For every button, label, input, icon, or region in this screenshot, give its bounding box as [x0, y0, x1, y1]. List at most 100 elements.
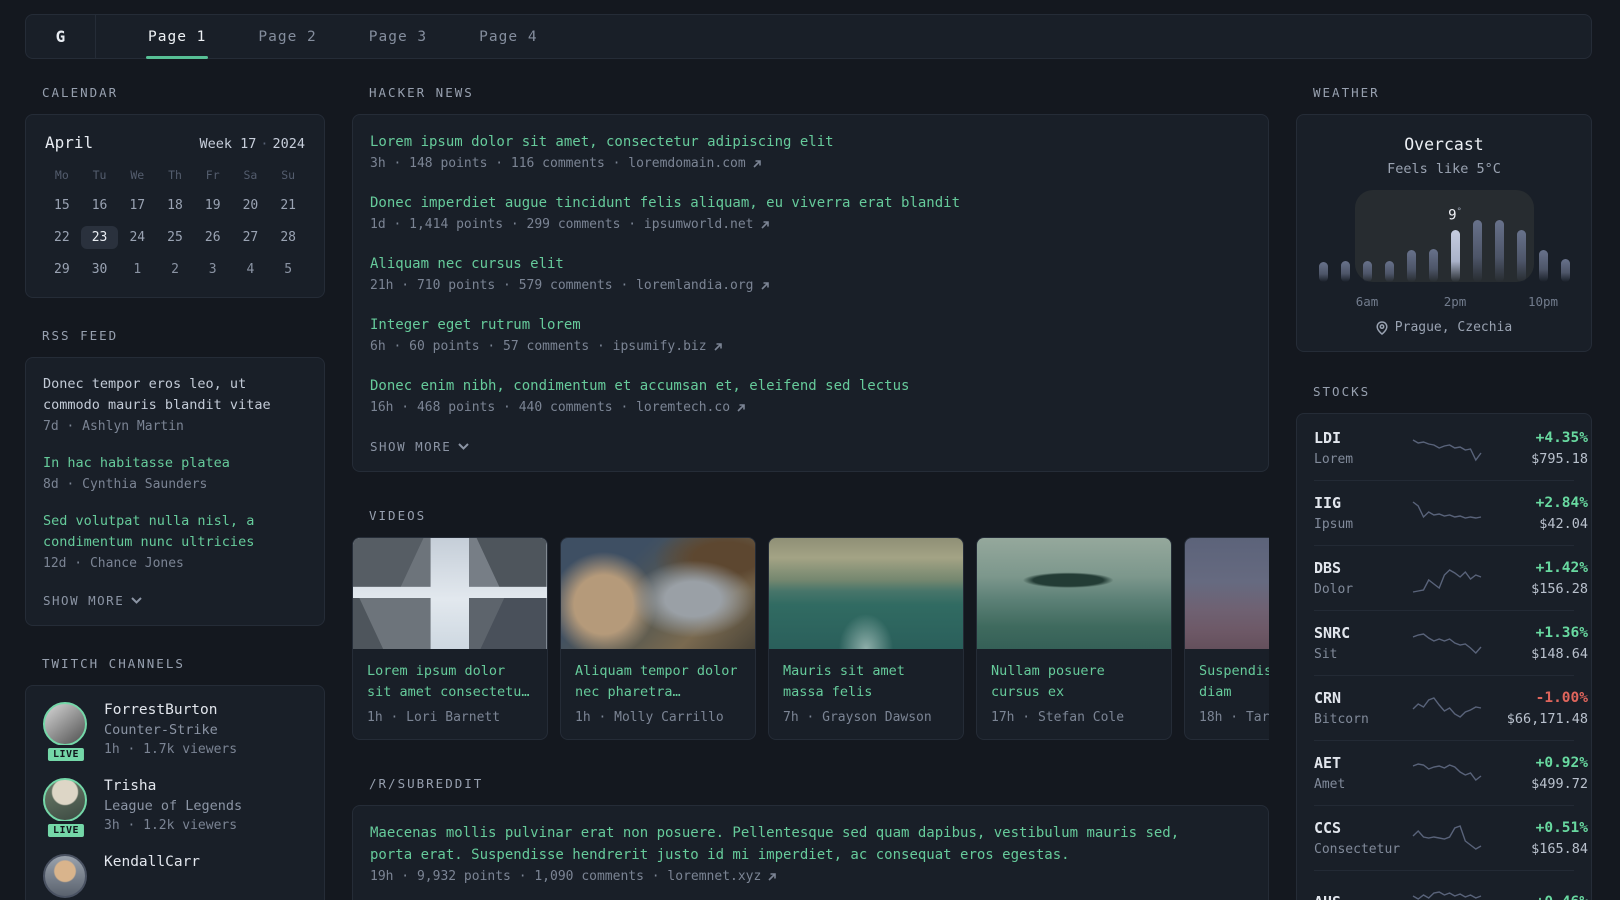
- weekday-label: Tu: [92, 168, 107, 182]
- video-title[interactable]: Aliquam tempor dolor nec pharetra…: [575, 661, 741, 703]
- stock-name: Dolor: [1314, 582, 1354, 597]
- twitch-channel-row[interactable]: LIVE Trisha League of Legends 3h · 1.2k …: [43, 778, 307, 840]
- stock-row[interactable]: CRN Bitcorn -1.00% $66,171.48: [1314, 675, 1588, 740]
- rss-item-meta: 7d · Ashlyn Martin: [43, 419, 184, 434]
- calendar-grid: Mo Tu We Th Fr Sa Su 15 16 17 18 19 20 2…: [43, 168, 307, 281]
- calendar-day-other-month: 2: [171, 262, 179, 277]
- twitch-channel-meta: 1h · 1.7k viewers: [104, 742, 238, 757]
- twitch-channel-row[interactable]: LIVE ForrestBurton Counter-Strike 1h · 1…: [43, 702, 307, 764]
- stock-change: -1.00%: [1535, 689, 1588, 706]
- twitch-channel-name[interactable]: ForrestBurton: [104, 702, 237, 718]
- calendar-day: 20: [242, 198, 259, 213]
- weekday-label: Su: [281, 168, 296, 182]
- stock-row[interactable]: DBS Dolor +1.42% $156.28: [1314, 545, 1588, 610]
- meta-text: 6h · 60 points · 57 comments · ipsumify.…: [370, 339, 707, 354]
- calendar-week-year: Week 17 · 2024: [199, 136, 305, 152]
- tab-page-3[interactable]: Page 3: [343, 15, 453, 58]
- hackernews-item-title[interactable]: Lorem ipsum dolor sit amet, consectetur …: [370, 131, 1251, 153]
- tab-page-4[interactable]: Page 4: [453, 15, 563, 58]
- calendar-year: 2024: [272, 136, 305, 152]
- rss-show-more-button[interactable]: SHOW MORE: [43, 593, 142, 608]
- video-card[interactable]: Mauris sit amet massa felis 7h · Grayson…: [768, 537, 964, 740]
- hackernews-item-title[interactable]: Donec imperdiet augue tincidunt felis al…: [370, 192, 1251, 214]
- stock-values: +0.92% $499.72: [1484, 755, 1588, 792]
- calendar-day-other-month: 1: [133, 262, 142, 277]
- video-title[interactable]: Nullam posuere cursus ex: [991, 661, 1157, 703]
- avatar: [43, 778, 87, 822]
- stock-row[interactable]: CCS Consectetur +0.51% $165.84: [1314, 805, 1588, 870]
- reddit-post-meta: 19h · 9,932 points · 1,090 comments · lo…: [370, 869, 1251, 884]
- stock-symbol: LDI: [1314, 429, 1342, 447]
- top-nav: G Page 1 Page 2 Page 3 Page 4: [25, 14, 1592, 59]
- video-card[interactable]: Suspendisse diam 18h · Tara: [1184, 537, 1269, 740]
- weekday-label: Fr: [205, 168, 220, 182]
- video-title[interactable]: Mauris sit amet massa felis: [783, 661, 949, 703]
- calendar-day: 15: [54, 198, 70, 213]
- hackernews-item: Donec enim nibh, condimentum et accumsan…: [370, 375, 1251, 415]
- stock-row[interactable]: LDI Lorem +4.35% $795.18: [1314, 416, 1588, 480]
- tab-page-2[interactable]: Page 2: [232, 15, 342, 58]
- video-body: Lorem ipsum dolor sit amet consectetu… 1…: [353, 649, 547, 739]
- weather-location: Prague, Czechia: [1314, 320, 1574, 335]
- twitch-avatar-wrap: LIVE: [43, 778, 89, 840]
- stock-row[interactable]: AET Amet +0.92% $499.72: [1314, 740, 1588, 805]
- twitch-channel-name[interactable]: KendallCarr: [104, 854, 200, 870]
- video-title[interactable]: Lorem ipsum dolor sit amet consectetu…: [367, 661, 533, 703]
- left-column: CALENDAR April Week 17 · 2024 Mo Tu We Th …: [25, 85, 325, 900]
- stock-sparkline: [1410, 625, 1484, 661]
- hackernews-show-more-button[interactable]: SHOW MORE: [370, 439, 469, 454]
- hackernews-item-title[interactable]: Donec enim nibh, condimentum et accumsan…: [370, 375, 1251, 397]
- stock-row[interactable]: AHS +0.46%: [1314, 870, 1588, 900]
- stocks-section: STOCKS LDI Lorem +4.35% $795.18 IIG Ipsum +2.8…: [1296, 384, 1592, 900]
- stock-symbol: AET: [1314, 754, 1342, 772]
- video-thumbnail: [769, 538, 963, 649]
- calendar-day-selected: 23: [80, 226, 119, 249]
- weather-section-label: WEATHER: [1313, 85, 1380, 100]
- video-card[interactable]: Lorem ipsum dolor sit amet consectetu… 1…: [352, 537, 548, 740]
- stock-change: +4.35%: [1535, 429, 1588, 446]
- reddit-post-title[interactable]: Maecenas mollis pulvinar erat non posuer…: [370, 822, 1251, 866]
- calendar-day: 19: [204, 198, 221, 213]
- stock-price: $156.28: [1531, 580, 1588, 597]
- video-card[interactable]: Aliquam tempor dolor nec pharetra… 1h · …: [560, 537, 756, 740]
- video-meta: 17h · Stefan Cole: [991, 710, 1125, 725]
- live-badge: LIVE: [44, 745, 88, 764]
- stock-price: $66,171.48: [1506, 710, 1588, 727]
- rss-item-title[interactable]: Sed volutpat nulla nisl, a condimentum n…: [43, 511, 307, 553]
- app-logo[interactable]: G: [26, 15, 96, 58]
- calendar-section: CALENDAR April Week 17 · 2024 Mo Tu We Th …: [25, 85, 325, 298]
- stock-row[interactable]: IIG Ipsum +2.84% $42.04: [1314, 480, 1588, 545]
- rss-item-title[interactable]: Donec tempor eros leo, ut commodo mauris…: [43, 374, 307, 416]
- middle-column: HACKER NEWS Lorem ipsum dolor sit amet, …: [352, 85, 1269, 900]
- hackernews-item-meta: 3h · 148 points · 116 comments · loremdo…: [370, 156, 1251, 171]
- weather-location-text: Prague, Czechia: [1394, 320, 1513, 335]
- hackernews-item-title[interactable]: Aliquam nec cursus elit: [370, 253, 1251, 275]
- tab-page-1[interactable]: Page 1: [122, 15, 232, 59]
- rss-item-title[interactable]: In hac habitasse platea: [43, 453, 307, 474]
- hackernews-item-title[interactable]: Integer eget rutrum lorem: [370, 314, 1251, 336]
- stock-symbol: CRN: [1314, 689, 1342, 707]
- video-meta: 1h · Lori Barnett: [367, 710, 501, 725]
- calendar-day: 27: [242, 230, 259, 245]
- calendar-day: 29: [54, 262, 70, 277]
- hackernews-item: Integer eget rutrum lorem 6h · 60 points…: [370, 314, 1251, 354]
- stock-row[interactable]: SNRC Sit +1.36% $148.64: [1314, 610, 1588, 675]
- video-body: Mauris sit amet massa felis 7h · Grayson…: [769, 649, 963, 739]
- stock-symbol: AHS: [1314, 893, 1410, 900]
- rss-item: In hac habitasse platea 8d · Cynthia Sau…: [43, 453, 307, 492]
- stock-values: +4.35% $795.18: [1484, 430, 1588, 467]
- twitch-channel-row[interactable]: KendallCarr: [43, 854, 307, 898]
- meta-text: 3h · 148 points · 116 comments · loremdo…: [370, 156, 746, 171]
- video-title[interactable]: Suspendisse diam: [1199, 661, 1269, 703]
- stock-sparkline: [1410, 820, 1484, 856]
- video-card[interactable]: Nullam posuere cursus ex 17h · Stefan Co…: [976, 537, 1172, 740]
- calendar-day: 22: [54, 230, 70, 245]
- stock-symbol-block: AHS: [1314, 893, 1410, 900]
- calendar-month: April: [45, 133, 94, 152]
- videos-strip: Lorem ipsum dolor sit amet consectetu… 1…: [352, 537, 1269, 740]
- reddit-section-label: /R/SUBREDDIT: [369, 776, 484, 791]
- external-link-icon: [753, 159, 761, 168]
- temperature-bar: [1516, 230, 1526, 282]
- video-body: Aliquam tempor dolor nec pharetra… 1h · …: [561, 649, 755, 739]
- twitch-channel-name[interactable]: Trisha: [104, 778, 242, 794]
